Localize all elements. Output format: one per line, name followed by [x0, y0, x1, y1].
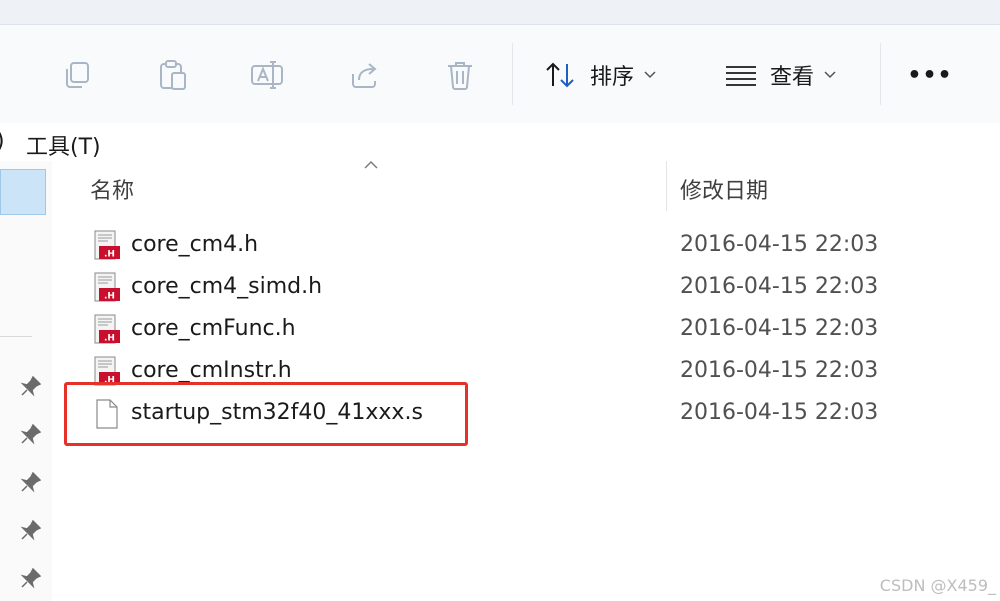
pin-icon[interactable] [20, 423, 42, 445]
toolbar-separator [880, 43, 881, 105]
delete-button[interactable] [444, 53, 476, 97]
toolbar-separator [512, 43, 513, 105]
file-row[interactable]: .H core_cmFunc.h 2016-04-15 22:03 [52, 310, 1000, 352]
file-name: core_cmFunc.h [131, 316, 296, 341]
pin-icon[interactable] [20, 567, 42, 589]
c-header-file-icon: .H [94, 230, 120, 260]
sort-icon [546, 62, 574, 88]
svg-text:.H: .H [104, 292, 115, 302]
svg-text:.H: .H [104, 334, 115, 344]
svg-text:.H: .H [104, 376, 115, 386]
sort-ascending-icon [364, 161, 378, 169]
file-date: 2016-04-15 22:03 [680, 316, 879, 341]
copy-button[interactable] [60, 53, 94, 97]
document-file-icon [96, 399, 118, 429]
file-name: core_cm4_simd.h [131, 274, 323, 299]
paste-icon [160, 60, 186, 90]
file-date: 2016-04-15 22:03 [680, 358, 879, 383]
nav-divider [0, 336, 32, 337]
column-header-date[interactable]: 修改日期 [680, 173, 768, 205]
share-button[interactable] [348, 53, 382, 97]
pin-icon[interactable] [20, 471, 42, 493]
c-header-file-icon: .H [94, 356, 120, 386]
more-icon: ••• [907, 62, 953, 88]
file-date: 2016-04-15 22:03 [680, 232, 879, 257]
view-button[interactable]: 查看 [724, 53, 836, 97]
title-strip [0, 0, 1000, 25]
nav-item-selected[interactable] [0, 169, 46, 215]
watermark: CSDN @X459_ [879, 576, 996, 595]
file-row[interactable]: .H core_cmInstr.h 2016-04-15 22:03 [52, 352, 1000, 394]
rename-icon [251, 61, 283, 89]
column-divider[interactable] [666, 161, 667, 211]
file-date: 2016-04-15 22:03 [680, 400, 879, 425]
file-row[interactable]: startup_stm32f40_41xxx.s 2016-04-15 22:0… [52, 394, 1000, 436]
pin-icon[interactable] [20, 375, 42, 397]
menu-bar: ) 工具(T) [0, 123, 1000, 161]
sort-label: 排序 [590, 65, 635, 90]
file-row[interactable]: .H core_cm4_simd.h 2016-04-15 22:03 [52, 268, 1000, 310]
paste-button[interactable] [156, 53, 190, 97]
command-bar: 排序 查看 ••• [0, 25, 1000, 124]
c-header-file-icon: .H [94, 314, 120, 344]
chevron-down-icon [644, 71, 656, 79]
copy-icon [66, 62, 89, 88]
navigation-pane [0, 161, 53, 601]
file-list: 名称 修改日期 .H core_cm4.h 2016-04-15 22:03 .… [52, 161, 1000, 601]
view-icon [726, 66, 756, 86]
file-name: core_cmInstr.h [131, 358, 292, 383]
file-name: startup_stm32f40_41xxx.s [131, 400, 423, 425]
view-label: 查看 [770, 65, 815, 90]
svg-text:.H: .H [104, 250, 115, 260]
c-header-file-icon: .H [94, 272, 120, 302]
share-icon [352, 63, 377, 88]
file-name: core_cm4.h [131, 232, 259, 257]
chevron-down-icon [824, 71, 836, 79]
menu-item-partial[interactable]: ) [0, 129, 5, 154]
menu-item-tools[interactable]: 工具(T) [26, 129, 101, 161]
column-header-name[interactable]: 名称 [90, 173, 134, 205]
file-date: 2016-04-15 22:03 [680, 274, 879, 299]
more-options-button[interactable]: ••• [907, 53, 953, 97]
rename-button[interactable] [248, 53, 286, 97]
sort-button[interactable]: 排序 [544, 53, 656, 97]
file-row[interactable]: .H core_cm4.h 2016-04-15 22:03 [52, 226, 1000, 268]
pin-icon[interactable] [20, 519, 42, 541]
delete-icon [448, 62, 472, 90]
